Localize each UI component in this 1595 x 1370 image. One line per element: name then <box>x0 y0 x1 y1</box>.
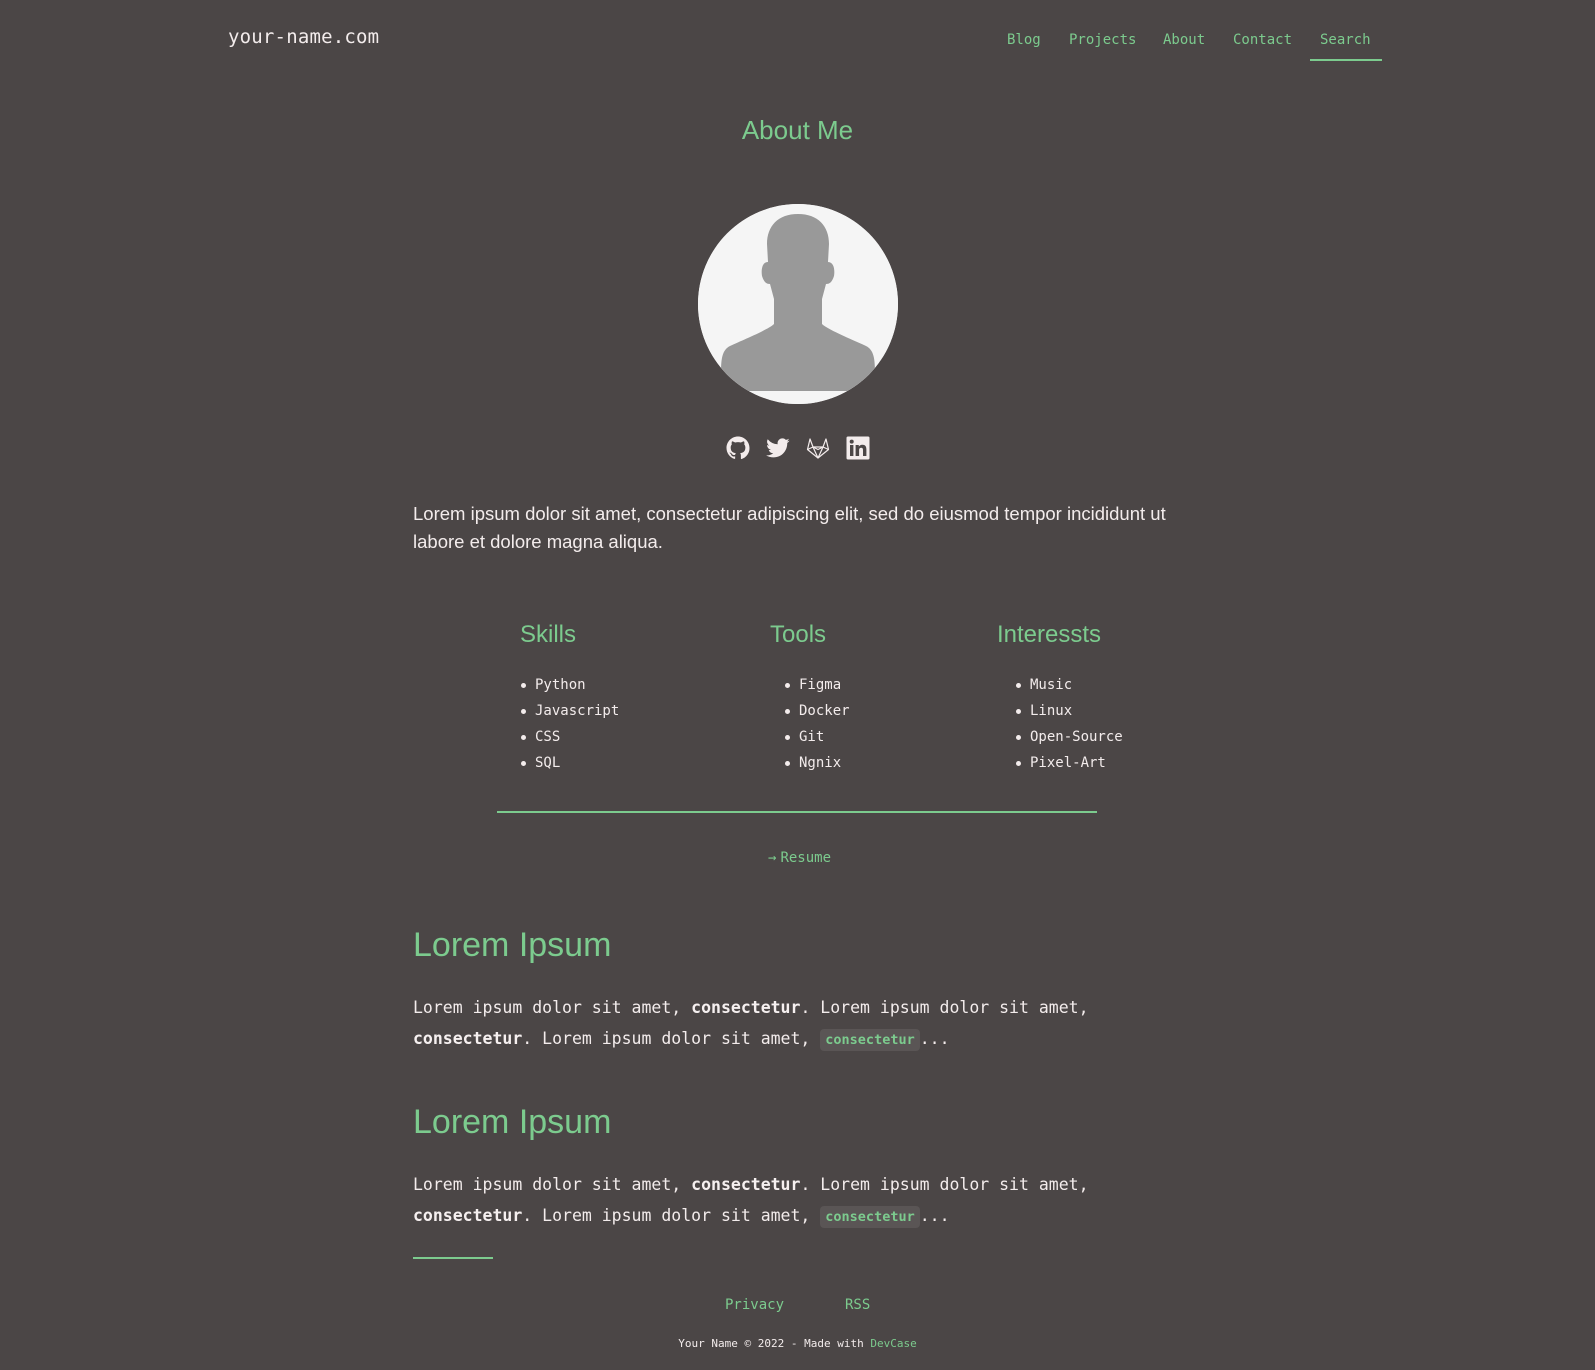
tools-column: Tools Figma Docker Git Ngnix <box>770 620 850 776</box>
github-icon <box>726 436 750 460</box>
skills-list: Python Javascript CSS SQL <box>520 672 619 776</box>
footer-rss-link[interactable]: RSS <box>845 1297 870 1313</box>
bold-text: consectetur <box>413 1205 523 1225</box>
section-divider <box>497 811 1097 813</box>
footer-divider <box>413 1257 493 1259</box>
text: ... <box>919 1028 950 1048</box>
interests-column: Interessts Music Linux Open-Source Pixel… <box>997 620 1123 776</box>
post-title[interactable]: Lorem Ipsum <box>413 925 1193 965</box>
post-excerpt: Lorem ipsum dolor sit amet, consectetur.… <box>413 1170 1193 1232</box>
list-item: Ngnix <box>784 750 850 776</box>
gitlab-icon <box>806 438 830 459</box>
nav-about[interactable]: About <box>1163 32 1205 48</box>
nav-blog[interactable]: Blog <box>1007 32 1041 48</box>
text: . Lorem ipsum dolor sit amet, <box>522 1205 821 1225</box>
list-item: Music <box>1015 672 1123 698</box>
bold-text: consectetur <box>691 1175 801 1194</box>
interests-list: Music Linux Open-Source Pixel-Art <box>1015 672 1123 776</box>
list-item: Pixel-Art <box>1015 750 1123 776</box>
inline-code: consectetur <box>820 1205 920 1228</box>
list-item: Git <box>784 724 850 750</box>
post: Lorem Ipsum Lorem ipsum dolor sit amet, … <box>413 925 1193 1055</box>
bold-text: consectetur <box>413 1028 523 1048</box>
interests-heading: Interessts <box>997 621 1102 648</box>
nav-search[interactable]: Search <box>1310 32 1382 61</box>
tools-heading: Tools <box>770 621 827 648</box>
skills-heading: Skills <box>520 621 577 648</box>
text: . Lorem ipsum dolor sit amet, <box>800 1175 1089 1194</box>
inline-code: consectetur <box>820 1028 920 1051</box>
nav-contact[interactable]: Contact <box>1233 32 1292 48</box>
intro-text: Lorem ipsum dolor sit amet, consectetur … <box>413 503 1166 552</box>
copyright-text: Your Name © 2022 - Made with <box>678 1337 871 1350</box>
list-item: Python <box>520 672 619 698</box>
post-excerpt: Lorem ipsum dolor sit amet, consectetur.… <box>413 993 1193 1055</box>
tools-list: Figma Docker Git Ngnix <box>784 672 850 776</box>
list-item: CSS <box>520 724 619 750</box>
nav-projects[interactable]: Projects <box>1069 32 1136 48</box>
skills-column: Skills Python Javascript CSS SQL <box>520 620 619 776</box>
page-title: About Me <box>741 115 854 145</box>
footer-privacy-link[interactable]: Privacy <box>725 1297 784 1313</box>
list-item: Open-Source <box>1015 724 1123 750</box>
copyright: Your Name © 2022 - Made with DevCase <box>0 1337 1595 1350</box>
list-item: Docker <box>784 698 850 724</box>
text: . Lorem ipsum dolor sit amet, <box>800 998 1089 1017</box>
text: . Lorem ipsum dolor sit amet, <box>522 1028 821 1048</box>
avatar <box>698 204 898 404</box>
list-item: Javascript <box>520 698 619 724</box>
user-silhouette-icon <box>698 204 898 404</box>
list-item: Figma <box>784 672 850 698</box>
resume-link[interactable]: → Resume <box>768 850 831 866</box>
gitlab-link[interactable] <box>806 436 830 460</box>
post-title[interactable]: Lorem Ipsum <box>413 1102 1193 1142</box>
github-link[interactable] <box>726 436 750 460</box>
linkedin-link[interactable] <box>846 436 870 460</box>
text: Lorem ipsum dolor sit amet, <box>413 1175 692 1194</box>
post: Lorem Ipsum Lorem ipsum dolor sit amet, … <box>413 1102 1193 1232</box>
devcase-link[interactable]: DevCase <box>870 1337 916 1350</box>
resume-label: Resume <box>780 850 832 866</box>
text: Lorem ipsum dolor sit amet, <box>413 998 692 1017</box>
list-item: SQL <box>520 750 619 776</box>
list-item: Linux <box>1015 698 1123 724</box>
twitter-icon <box>766 438 790 458</box>
bold-text: consectetur <box>691 998 801 1017</box>
text: ... <box>919 1205 950 1225</box>
arrow-right-icon: → <box>768 850 777 866</box>
main-nav: Blog Projects About Contact Search <box>0 32 1595 62</box>
linkedin-icon <box>846 436 870 460</box>
twitter-link[interactable] <box>766 436 790 460</box>
